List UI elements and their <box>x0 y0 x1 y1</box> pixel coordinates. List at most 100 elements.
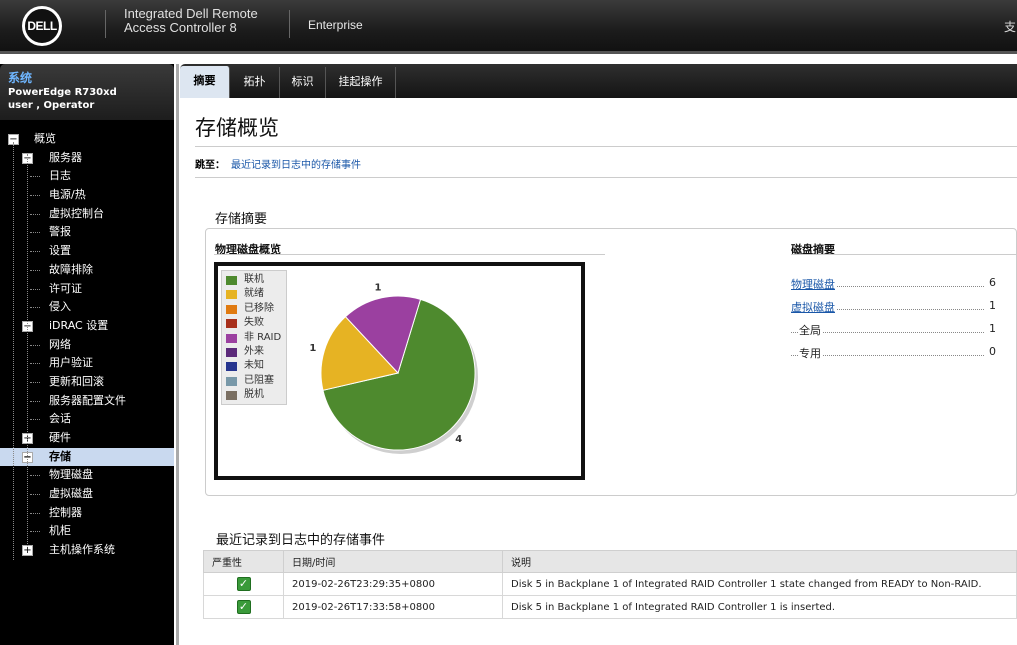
tree-item-label: 概览 <box>34 132 56 145</box>
tree-item-label: 硬件 <box>49 431 71 444</box>
disk-summary-value: 6 <box>989 276 996 289</box>
col-severity[interactable]: 严重性 <box>203 550 284 573</box>
dell-logo: DELL <box>22 6 62 46</box>
disk-summary-row: 全局 1 <box>791 322 1006 338</box>
tree-connector <box>30 400 40 402</box>
events-header-row: 严重性 日期/时间 说明 <box>203 550 1017 573</box>
legend-label: 失败 <box>244 317 264 329</box>
legend-swatch <box>226 276 237 285</box>
disk-summary-value: 1 <box>989 299 996 312</box>
disk-summary-row: 虚拟磁盘 1 <box>791 299 1006 315</box>
tree-connector <box>30 195 40 197</box>
event-row: ✓ 2019-02-26T23:29:35+0800 Disk 5 in Backp… <box>203 572 1017 596</box>
tree-item-label: 机柜 <box>49 524 71 538</box>
tree-connector <box>30 232 40 234</box>
tree-item-label: 控制器 <box>49 505 82 519</box>
disk-summary-row: 专用 0 <box>791 345 1006 361</box>
tree-connector <box>30 269 40 271</box>
pie-data-label: 1 <box>309 343 316 354</box>
tree-item-label: 虚拟磁盘 <box>49 487 93 501</box>
tree-item-label: 警报 <box>49 225 71 239</box>
tree-item-label: 网络 <box>49 337 71 351</box>
legend-label: 外来 <box>244 346 264 357</box>
legend-swatch <box>226 333 237 343</box>
events-table: 严重性 日期/时间 说明 ✓ 2019-02-26T23:29:35+0800 Di… <box>203 550 1017 619</box>
col-description[interactable]: 说明 <box>502 550 1017 573</box>
header-divider <box>105 10 106 38</box>
tree-item-label: iDRAC 设置 <box>49 318 109 332</box>
system-model: PowerEdge R730xd <box>8 87 117 98</box>
product-title: Integrated Dell Remote Access Controller… <box>124 7 258 35</box>
disk-summary-label: 全局 <box>799 322 823 338</box>
tab-3[interactable]: 挂起操作 <box>326 67 396 98</box>
datetime-cell: 2019-02-26T17:33:58+0800 <box>283 595 503 619</box>
tree-item[interactable]: − 概览 <box>0 130 174 149</box>
legend-label: 就绪 <box>244 288 264 300</box>
tree-item-label: 日志 <box>49 169 71 183</box>
tree-item-label: 电源/热 <box>49 188 86 202</box>
disk-summary-link[interactable]: 物理磁盘 <box>791 276 837 292</box>
tree-connector <box>30 494 40 496</box>
tree-item-label: 物理磁盘 <box>49 468 93 482</box>
legend-label: 非 RAID <box>244 331 282 343</box>
tree-item-label: 用户验证 <box>49 356 93 370</box>
expand-icon[interactable]: + <box>22 545 33 557</box>
description-cell: Disk 5 in Backplane 1 of Integrated RAID… <box>502 572 1017 596</box>
tree-connector <box>30 363 40 365</box>
tree-item-label: 服务器配置文件 <box>49 393 126 407</box>
legend-swatch <box>226 376 237 386</box>
severity-cell: ✓ <box>203 572 284 596</box>
tree-connector <box>30 213 40 215</box>
tree-item-label: 会话 <box>49 412 71 426</box>
description-cell: Disk 5 in Backplane 1 of Integrated RAID… <box>502 595 1017 619</box>
severity-ok-icon: ✓ <box>236 577 251 591</box>
tree-item-label: 虚拟控制台 <box>49 206 104 220</box>
event-row: ✓ 2019-02-26T17:33:58+0800 Disk 5 in Backp… <box>203 595 1017 619</box>
main-border <box>176 64 179 645</box>
legend-label: 已移除 <box>244 302 274 314</box>
tree-connector <box>30 288 40 290</box>
tree-item-label: 故障排除 <box>49 262 93 276</box>
divider <box>195 146 1017 147</box>
app-header: DELL Integrated Dell Remote Access Contr… <box>0 0 1017 54</box>
tree-connector <box>30 307 40 309</box>
edition-label: Enterprise <box>308 18 363 32</box>
severity-ok-icon: ✓ <box>236 600 251 614</box>
tab-2[interactable]: 标识 <box>280 67 326 98</box>
system-title[interactable]: 系统 <box>8 69 166 86</box>
legend-label: 已阻塞 <box>244 374 274 386</box>
divider <box>791 254 1017 255</box>
disk-summary-link[interactable]: 虚拟磁盘 <box>791 299 837 315</box>
product-title-line1: Integrated Dell Remote <box>124 6 258 21</box>
jump-link-storage-events[interactable]: 最近记录到日志中的存储事件 <box>231 156 361 171</box>
disk-summary-value: 1 <box>989 322 996 335</box>
col-datetime[interactable]: 日期/时间 <box>283 550 503 573</box>
tree-item-label: 服务器 <box>49 150 82 164</box>
disk-summary-label: 专用 <box>799 345 823 361</box>
divider <box>214 254 605 255</box>
tab-0[interactable]: 摘要 <box>180 66 230 98</box>
divider <box>195 177 1017 178</box>
sidebar: 系统 PowerEdge R730xd user , Operator − 概览 −… <box>0 64 174 645</box>
nav-tree: − 概览 − 服务器 日志 电源/热 虚拟控制台 警报 设置 故障排除 许可证 侵入 − iDRAC 设置… <box>0 130 174 560</box>
legend-label: 联机 <box>244 274 264 285</box>
support-link[interactable]: 支 <box>1004 18 1016 35</box>
jump-label: 跳至： <box>195 160 225 171</box>
tree-connector <box>27 154 28 546</box>
tab-1[interactable]: 拓扑 <box>230 67 280 98</box>
legend-label: 脱机 <box>244 389 264 401</box>
header-divider <box>289 10 290 38</box>
legend-swatch <box>226 362 237 372</box>
tree-connector <box>30 344 40 346</box>
product-title-line2: Access Controller 8 <box>124 20 237 35</box>
tree-connector <box>30 531 40 533</box>
storage-events-title: 最近记录到日志中的存储事件 <box>216 533 386 548</box>
storage-summary-title: 存储摘要 <box>215 212 268 227</box>
tree-item-label: 主机操作系统 <box>49 543 115 557</box>
tree-connector <box>13 142 14 560</box>
page-title: 存储概览 <box>195 116 279 140</box>
tree-item-label: 设置 <box>49 244 71 258</box>
chart-legend: 联机 就绪 已移除 失败非 RAID 外来 未知 已阻塞 脱机 <box>221 270 287 405</box>
legend-swatch <box>226 319 237 329</box>
tree-connector <box>30 512 40 514</box>
